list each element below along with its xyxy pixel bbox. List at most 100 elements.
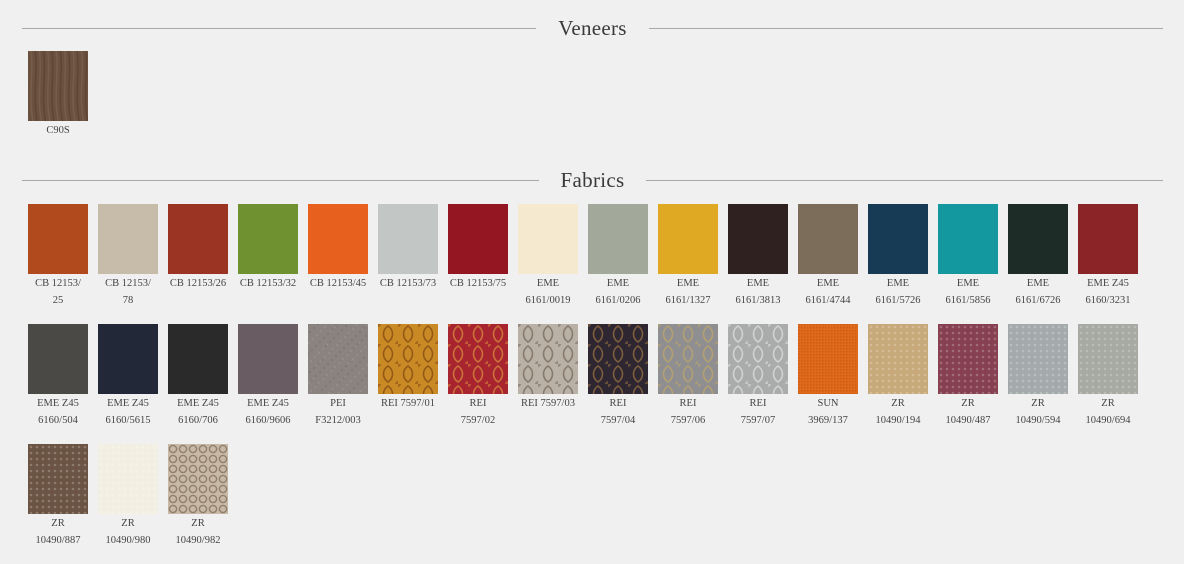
swatch-item[interactable]: ZR 10490/487 (938, 324, 998, 444)
swatch-item[interactable]: ZR 10490/194 (868, 324, 928, 444)
swatch-item[interactable]: CB 12153/73 (378, 204, 438, 324)
swatch-item[interactable]: ZR 10490/694 (1078, 324, 1138, 444)
swatch-label: PEI F3212/003 (315, 395, 361, 429)
swatch-image (798, 204, 858, 274)
swatch-label-line: ZR (121, 518, 135, 529)
swatch-item[interactable]: EME Z45 6160/5615 (98, 324, 158, 444)
swatch-image (798, 324, 858, 394)
swatch-label: CB 12153/78 (105, 275, 151, 309)
swatch-item[interactable]: EME 6161/5726 (868, 204, 928, 324)
fabrics-title: Fabrics (560, 168, 625, 192)
swatch-image (448, 204, 508, 274)
swatch-item[interactable]: ZR 10490/594 (1008, 324, 1068, 444)
swatch-label: CB 12153/75 (450, 275, 506, 292)
swatch-image (938, 324, 998, 394)
swatch-label-line: REI (679, 398, 697, 409)
swatch-label-line: 10490/694 (1085, 415, 1131, 426)
swatch-label-line: 10490/194 (875, 415, 921, 426)
fabric-swatch-grid: CB 12153/25 CB 12153/78 CB 12153/26 CB 1215… (28, 204, 1148, 564)
veneers-title: Veneers (558, 16, 627, 40)
swatch-label: ZR 10490/594 (1016, 395, 1061, 429)
swatch-item[interactable]: REI 7597/06 (658, 324, 718, 444)
swatch-label-line: 6161/5856 (945, 295, 991, 306)
swatch-image (728, 204, 788, 274)
swatch-label: CB 12153/45 (310, 275, 366, 292)
swatch-label-line: 6161/0019 (525, 295, 571, 306)
swatch-image (28, 324, 88, 394)
swatch-item[interactable]: ZR 10490/980 (98, 444, 158, 564)
swatch-item[interactable]: EME Z45 6160/504 (28, 324, 88, 444)
swatch-item[interactable]: SUN 3969/137 (798, 324, 858, 444)
swatch-item[interactable]: EME Z45 6160/706 (168, 324, 228, 444)
swatch-item[interactable]: EME 6161/0206 (588, 204, 648, 324)
swatch-label: EME Z45 6160/504 (37, 395, 79, 429)
swatch-item[interactable]: REI 7597/02 (448, 324, 508, 444)
swatch-item[interactable]: EME 6161/3813 (728, 204, 788, 324)
swatch-item[interactable]: EME Z45 6160/9606 (238, 324, 298, 444)
swatch-image (28, 51, 88, 121)
swatch-item[interactable]: EME 6161/4744 (798, 204, 858, 324)
swatch-label-line: 6161/0206 (595, 295, 641, 306)
swatch-image (448, 324, 508, 394)
swatch-image (728, 324, 788, 394)
swatch-label: CB 12153/26 (170, 275, 226, 292)
swatch-image (308, 324, 368, 394)
swatch-label: EME 6161/4744 (806, 275, 851, 309)
swatch-label-line: 25 (52, 295, 64, 306)
swatch-label-line: EME (606, 278, 630, 289)
swatch-image (658, 324, 718, 394)
swatch-label-line: 10490/487 (945, 415, 991, 426)
swatch-item[interactable]: EME 6161/0019 (518, 204, 578, 324)
swatch-label: ZR 10490/694 (1086, 395, 1131, 429)
swatch-label: EME Z45 6160/3231 (1086, 275, 1131, 309)
swatch-label: EME 6161/0019 (526, 275, 571, 309)
swatch-item[interactable]: CB 12153/78 (98, 204, 158, 324)
swatch-label: CB 12153/73 (380, 275, 436, 292)
swatch-label-line: 7597/07 (740, 415, 776, 426)
swatch-label-line: CB 12153/26 (169, 278, 227, 289)
swatch-image (378, 204, 438, 274)
swatch-item[interactable]: REI 7597/03 (518, 324, 578, 444)
swatch-item[interactable]: EME 6161/5856 (938, 204, 998, 324)
swatch-image (168, 324, 228, 394)
swatch-image (1008, 324, 1068, 394)
swatch-label: ZR 10490/980 (106, 515, 151, 549)
swatch-image (1078, 204, 1138, 274)
swatch-label-line: 6161/1327 (665, 295, 711, 306)
swatch-image (28, 204, 88, 274)
swatch-label-line: 10490/982 (175, 535, 221, 546)
divider-line (22, 180, 539, 181)
swatch-item[interactable]: EME 6161/1327 (658, 204, 718, 324)
swatch-item[interactable]: CB 12153/75 (448, 204, 508, 324)
swatch-item[interactable]: ZR 10490/982 (168, 444, 228, 564)
swatch-label-line: PEI (330, 398, 346, 409)
swatch-label: ZR 10490/194 (876, 395, 921, 429)
swatch-row: C90S (28, 51, 98, 139)
swatch-image (938, 204, 998, 274)
swatch-item[interactable]: CB 12153/32 (238, 204, 298, 324)
divider-line (646, 180, 1164, 181)
swatch-label: REI 7597/07 (741, 395, 775, 429)
swatch-item[interactable]: C90S (28, 51, 88, 139)
swatch-item[interactable]: REI 7597/07 (728, 324, 788, 444)
swatch-item[interactable]: ZR 10490/887 (28, 444, 88, 564)
swatch-item[interactable]: CB 12153/26 (168, 204, 228, 324)
swatch-label-line: EME Z45 (1087, 278, 1129, 289)
veneer-swatch-grid: C90S (28, 51, 98, 139)
swatch-item[interactable]: EME Z45 6160/3231 (1078, 204, 1138, 324)
swatch-item[interactable]: PEI F3212/003 (308, 324, 368, 444)
swatch-item[interactable]: REI 7597/04 (588, 324, 648, 444)
swatch-image (98, 324, 158, 394)
swatch-label-line: CB 12153/ (35, 278, 81, 289)
swatch-label: REI 7597/04 (601, 395, 635, 429)
swatch-item[interactable]: CB 12153/45 (308, 204, 368, 324)
swatch-label-line: ZR (961, 398, 975, 409)
swatch-label: EME 6161/3813 (736, 275, 781, 309)
divider-line (22, 28, 537, 29)
swatch-label-line: REI (609, 398, 627, 409)
swatch-item[interactable]: REI 7597/01 (378, 324, 438, 444)
swatch-item[interactable]: EME 6161/6726 (1008, 204, 1068, 324)
swatch-image (1008, 204, 1068, 274)
swatch-image (518, 204, 578, 274)
swatch-item[interactable]: CB 12153/25 (28, 204, 88, 324)
